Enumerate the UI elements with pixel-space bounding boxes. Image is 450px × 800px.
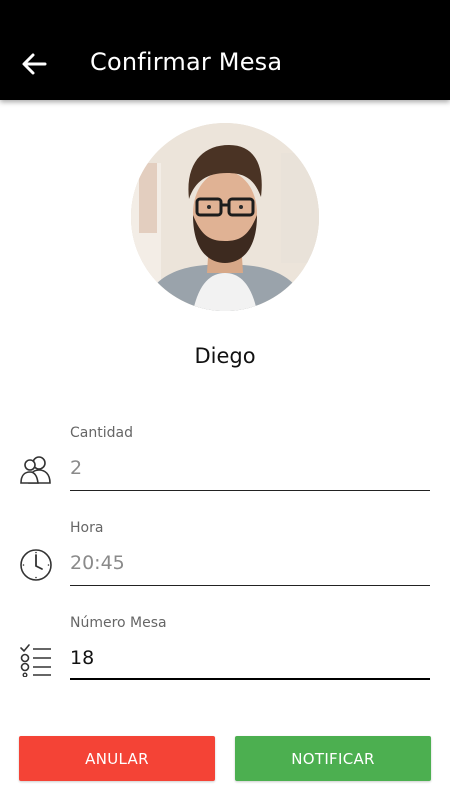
hora-input[interactable] [70,543,430,583]
arrow-left-icon [22,53,47,75]
numero-mesa-label: Número Mesa [70,615,167,631]
hora-label: Hora [70,520,104,536]
cantidad-underline [70,490,430,491]
user-photo [131,123,319,311]
app-bar: Confirmar Mesa [0,0,450,100]
cantidad-label: Cantidad [70,425,133,441]
notify-button[interactable]: NOTIFICAR [235,736,431,781]
user-name: Diego [194,344,256,368]
hora-underline [70,585,430,586]
page-title: Confirmar Mesa [90,48,283,76]
cancel-button[interactable]: ANULAR [19,736,215,781]
people-icon [18,452,54,488]
avatar [131,123,319,311]
cantidad-input[interactable] [70,448,430,488]
numero-mesa-input[interactable] [70,638,430,678]
checklist-icon [18,642,54,678]
numero-mesa-underline [70,678,430,680]
clock-icon [18,547,54,583]
back-button[interactable] [14,44,54,84]
